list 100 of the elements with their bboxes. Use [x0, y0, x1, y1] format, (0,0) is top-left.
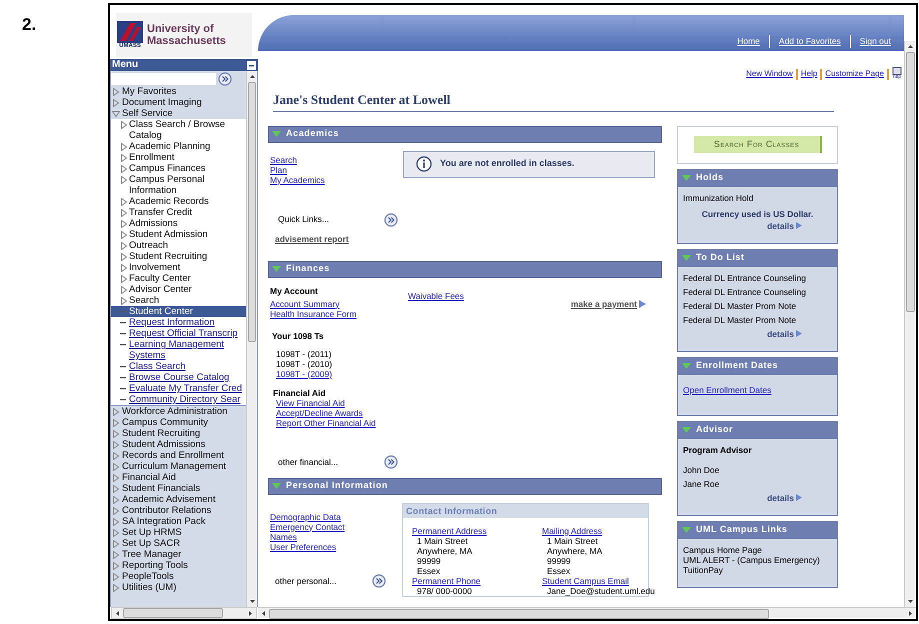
menu-item[interactable]: Class Search / Browse Catalog	[111, 119, 246, 141]
menu-item[interactable]: Student Financials	[111, 483, 246, 494]
horizontal-scrollbar[interactable]	[111, 607, 257, 619]
panel-header[interactable]: UML Campus Links	[678, 522, 837, 538]
menu-item[interactable]: Evaluate My Transfer Cred	[111, 383, 246, 394]
details-link[interactable]: details	[767, 220, 802, 230]
menu-item[interactable]: Class Search	[111, 361, 246, 372]
horizontal-scrollbar[interactable]	[258, 607, 916, 619]
header-link[interactable]: Add to Favorites	[768, 35, 850, 48]
menu-item[interactable]: PeopleTools	[111, 571, 246, 582]
panel-header[interactable]: Holds	[678, 170, 837, 186]
menu-item[interactable]: Student Center	[111, 306, 246, 317]
collapsed-arrow-icon[interactable]	[120, 264, 128, 272]
minimize-icon[interactable]	[247, 60, 256, 70]
search-for-classes-button[interactable]: Search For Classes	[694, 136, 822, 153]
collapse-icon[interactable]	[682, 526, 691, 534]
scrollbar-thumb[interactable]	[248, 82, 256, 342]
collapsed-arrow-icon[interactable]	[112, 441, 120, 449]
menu-item[interactable]: Transfer Credit	[111, 207, 246, 218]
link[interactable]: Demographic Data	[270, 512, 341, 522]
collapsed-arrow-icon[interactable]	[120, 275, 128, 283]
collapsed-arrow-icon[interactable]	[120, 176, 128, 184]
collapsed-arrow-icon[interactable]	[112, 430, 120, 438]
collapse-icon[interactable]	[272, 130, 281, 138]
panel-header[interactable]: Advisor	[678, 422, 837, 438]
collapse-icon[interactable]	[272, 266, 281, 272]
menu-item[interactable]: Reporting Tools	[111, 560, 246, 571]
menu-item[interactable]: Tree Manager	[111, 549, 246, 560]
collapsed-arrow-icon[interactable]	[112, 474, 120, 482]
link[interactable]: Plan	[270, 164, 288, 174]
panel-header[interactable]: Enrollment Dates	[678, 358, 837, 374]
collapsed-arrow-icon[interactable]	[112, 408, 120, 416]
collapse-icon[interactable]	[682, 174, 691, 182]
menu-item[interactable]: Learning Management Systems	[111, 339, 246, 361]
collapsed-arrow-icon[interactable]	[112, 562, 120, 570]
menu-item[interactable]: SA Integration Pack	[111, 516, 246, 527]
collapsed-arrow-icon[interactable]	[112, 507, 120, 515]
menu-item[interactable]: Academic Records	[111, 196, 246, 207]
menu-item[interactable]: Financial Aid	[111, 472, 246, 483]
link[interactable]: Emergency Contact	[270, 522, 345, 532]
menu-item[interactable]: Academic Advisement	[111, 494, 246, 505]
collapsed-arrow-icon[interactable]	[120, 209, 128, 217]
link[interactable]: Account Summary	[270, 298, 340, 308]
link[interactable]: User Preferences	[270, 542, 336, 552]
vertical-scrollbar[interactable]	[904, 41, 916, 607]
header-link[interactable]: Home	[728, 35, 769, 48]
link[interactable]: Mailing Address	[542, 526, 602, 536]
link[interactable]: My Academics	[270, 174, 325, 184]
menu-search-field[interactable]	[111, 72, 216, 84]
pagelet-link[interactable]: New Window	[746, 68, 793, 80]
collapsed-arrow-icon[interactable]	[120, 143, 128, 151]
menu-item[interactable]: Curriculum Management	[111, 461, 246, 472]
collapsed-arrow-icon[interactable]	[112, 551, 120, 559]
scrollbar-thumb[interactable]	[269, 608, 769, 618]
link[interactable]: Waivable Fees	[408, 290, 464, 300]
menu-item[interactable]: Search	[111, 295, 246, 306]
scrollbar-thumb[interactable]	[906, 52, 915, 312]
pagelet-link[interactable]: Help	[800, 68, 818, 80]
collapse-icon[interactable]	[682, 254, 691, 262]
menu-item[interactable]: My Favorites	[111, 86, 246, 97]
menu-item[interactable]: Enrollment	[111, 152, 246, 163]
collapsed-arrow-icon[interactable]	[112, 463, 120, 471]
link[interactable]: Open Enrollment Dates	[683, 384, 772, 394]
menu-item[interactable]: Set Up SACR	[111, 538, 246, 549]
collapsed-arrow-icon[interactable]	[112, 529, 120, 537]
link[interactable]: Report Other Financial Aid	[276, 418, 376, 428]
link[interactable]: Health Insurance Form	[270, 308, 356, 318]
collapsed-arrow-icon[interactable]	[120, 198, 128, 206]
menu-item[interactable]: Admissions	[111, 218, 246, 229]
make-payment-link[interactable]: make a payment	[570, 288, 646, 318]
menu-item[interactable]: Advisor Center	[111, 284, 246, 295]
collapsed-arrow-icon[interactable]	[120, 165, 128, 173]
collapsed-arrow-icon[interactable]	[112, 485, 120, 493]
menu-item[interactable]: Contributor Relations	[111, 505, 246, 516]
collapsed-arrow-icon[interactable]	[120, 242, 128, 250]
link[interactable]: Student Campus Email	[542, 576, 629, 586]
menu-item[interactable]: Student Recruiting	[111, 428, 246, 439]
menu-item[interactable]: Student Recruiting	[111, 251, 246, 262]
menu-item[interactable]: Campus Finances	[111, 163, 246, 174]
collapsed-arrow-icon[interactable]	[120, 121, 128, 129]
collapsed-arrow-icon[interactable]	[112, 518, 120, 526]
collapse-icon[interactable]	[682, 362, 691, 370]
collapsed-arrow-icon[interactable]	[112, 99, 120, 107]
link[interactable]: Names	[270, 532, 297, 542]
panel-header[interactable]: To Do List	[678, 250, 837, 266]
menu-item[interactable]: Document Imaging	[111, 97, 246, 108]
menu-item[interactable]: Involvement	[111, 262, 246, 273]
header-link[interactable]: Sign out	[850, 35, 900, 48]
collapsed-arrow-icon[interactable]	[112, 88, 120, 96]
collapsed-arrow-icon[interactable]	[112, 496, 120, 504]
menu-item[interactable]: Campus Community	[111, 417, 246, 428]
menu-item[interactable]: Self Service	[111, 108, 246, 119]
menu-item[interactable]: Academic Planning	[111, 141, 246, 152]
collapsed-arrow-icon[interactable]	[120, 253, 128, 261]
collapsed-arrow-icon[interactable]	[120, 231, 128, 239]
collapsed-arrow-icon[interactable]	[112, 452, 120, 460]
menu-item[interactable]: Outreach	[111, 240, 246, 251]
section-header[interactable]: Finances	[268, 260, 662, 278]
menu-item[interactable]: Student Admissions	[111, 439, 246, 450]
collapsed-arrow-icon[interactable]	[112, 540, 120, 548]
